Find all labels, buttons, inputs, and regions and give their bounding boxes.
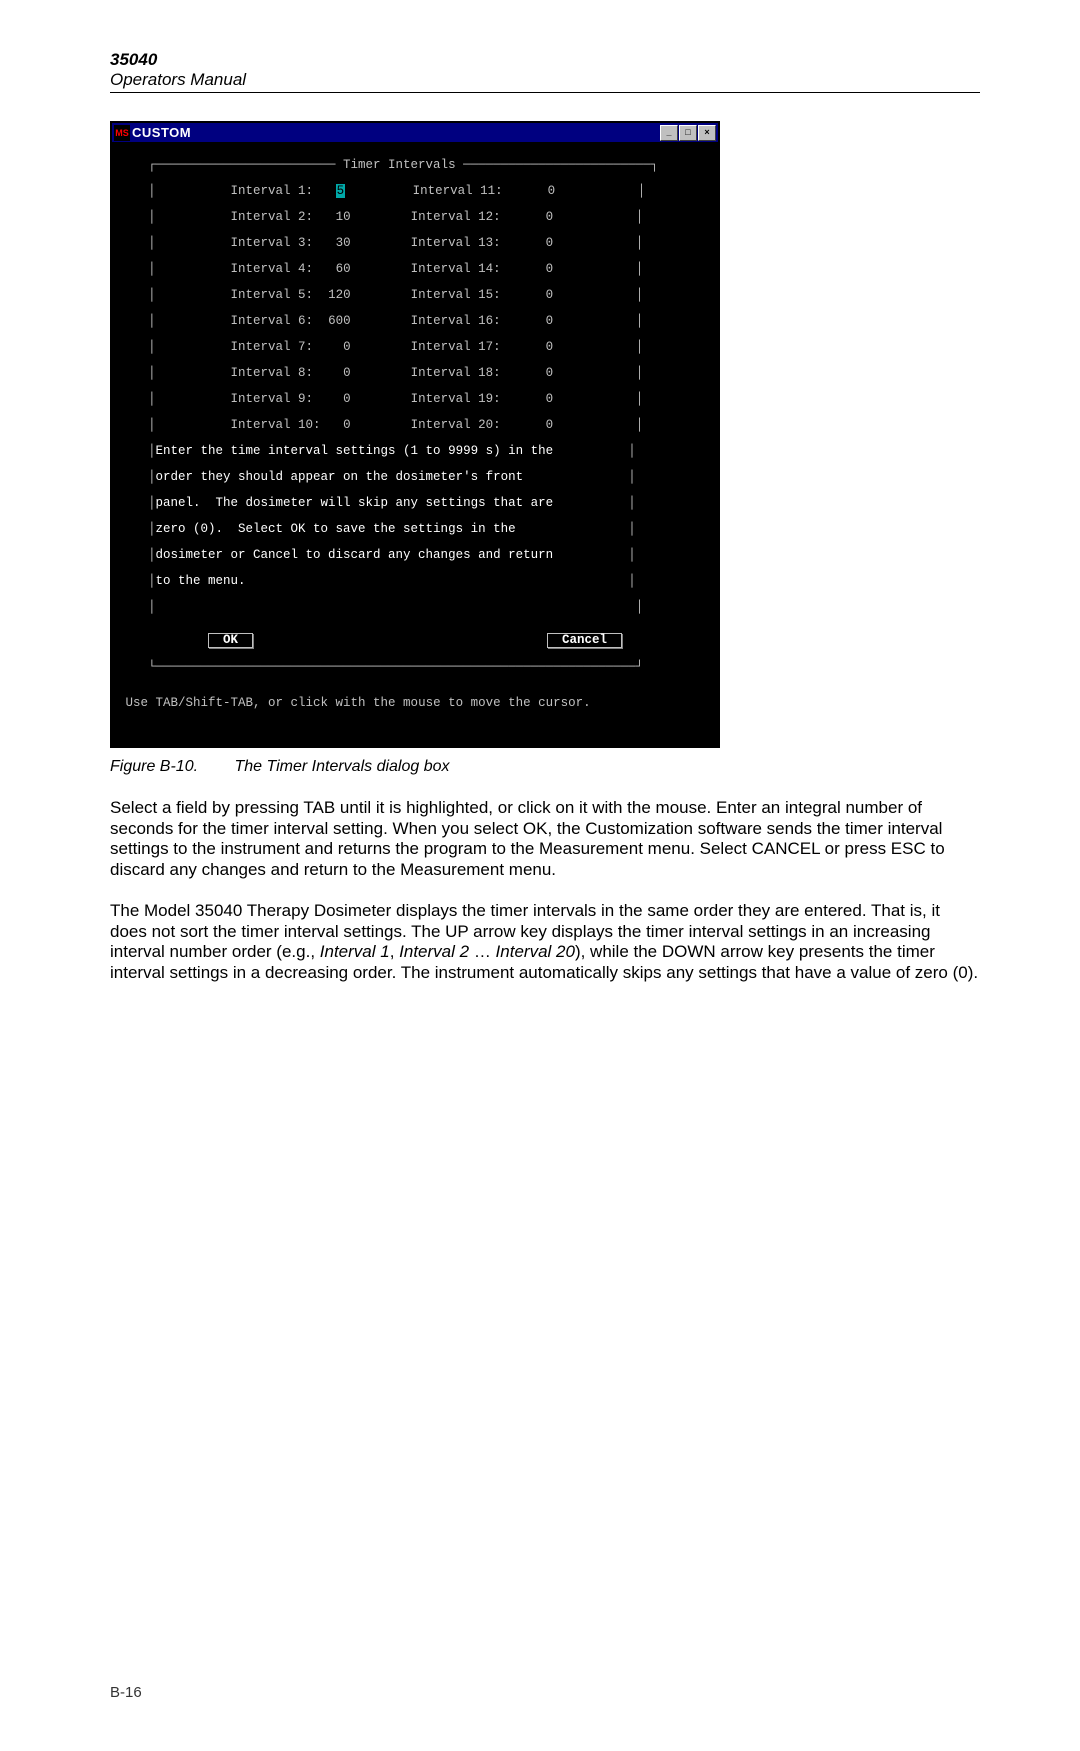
interval-7-field[interactable]: 0 (343, 340, 351, 354)
help-line-2: │order they should appear on the dosimet… (118, 471, 712, 484)
help-line-3: │panel. The dosimeter will skip any sett… (118, 497, 712, 510)
header-model: 35040 (110, 50, 980, 70)
interval-18-field[interactable]: 0 (546, 366, 554, 380)
page-header: 35040 Operators Manual (110, 50, 980, 93)
titlebar: MS CUSTOM _ □ × (112, 123, 718, 142)
interval-17-field[interactable]: 0 (546, 340, 554, 354)
figure-caption: Figure B-10. The Timer Intervals dialog … (110, 758, 980, 776)
help-line-6: │to the menu. │ (118, 575, 712, 588)
interval-row-1: │ Interval 1: 5 Interval 11: 0 │ (118, 185, 712, 198)
help-line-4: │zero (0). Select OK to save the setting… (118, 523, 712, 536)
help-line-5: │dosimeter or Cancel to discard any chan… (118, 549, 712, 562)
interval-11-field[interactable]: 0 (548, 184, 556, 198)
interval-row-7: │ Interval 7: 0 Interval 17: 0 │ (118, 341, 712, 354)
interval-3-field[interactable]: 30 (336, 236, 351, 250)
interval-20-field[interactable]: 0 (546, 418, 554, 432)
interval-row-6: │ Interval 6: 600 Interval 16: 0 │ (118, 315, 712, 328)
page-number: B-16 (110, 1684, 142, 1701)
help-line-1: │Enter the time interval settings (1 to … (118, 445, 712, 458)
interval-row-4: │ Interval 4: 60 Interval 14: 0 │ (118, 263, 712, 276)
system-menu-icon[interactable]: MS (114, 125, 130, 141)
interval-10-field[interactable]: 0 (343, 418, 351, 432)
interval-16-field[interactable]: 0 (546, 314, 554, 328)
status-line: Use TAB/Shift-TAB, or click with the mou… (118, 687, 712, 710)
interval-row-10: │ Interval 10: 0 Interval 20: 0 │ (118, 419, 712, 432)
interval-4-field[interactable]: 60 (336, 262, 351, 276)
figure-caption-text: The Timer Intervals dialog box (234, 758, 449, 775)
ok-button[interactable]: OK (208, 633, 253, 648)
figure-label: Figure B-10. (110, 758, 230, 776)
dos-screen: ┌──────────────────────── Timer Interval… (112, 142, 718, 746)
paragraph-1: Select a field by pressing TAB until it … (110, 798, 980, 881)
interval-1-field[interactable]: 5 (336, 184, 346, 198)
interval-row-3: │ Interval 3: 30 Interval 13: 0 │ (118, 237, 712, 250)
interval-row-9: │ Interval 9: 0 Interval 19: 0 │ (118, 393, 712, 406)
page-footer: B-16 (110, 1684, 980, 1701)
frame-title-line: ┌──────────────────────── Timer Interval… (118, 159, 712, 172)
interval-2-field[interactable]: 10 (336, 210, 351, 224)
interval-14-field[interactable]: 0 (546, 262, 554, 276)
interval-row-5: │ Interval 5: 120 Interval 15: 0 │ (118, 289, 712, 302)
interval-row-8: │ Interval 8: 0 Interval 18: 0 │ (118, 367, 712, 380)
interval-6-field[interactable]: 600 (328, 314, 351, 328)
interval-13-field[interactable]: 0 (546, 236, 554, 250)
dialog-title: Timer Intervals (343, 158, 456, 172)
app-window: MS CUSTOM _ □ × ┌───────────────────────… (110, 121, 720, 748)
interval-5-field[interactable]: 120 (328, 288, 351, 302)
paragraph-2: The Model 35040 Therapy Dosimeter displa… (110, 901, 980, 984)
header-subtitle: Operators Manual (110, 70, 980, 90)
interval-15-field[interactable]: 0 (546, 288, 554, 302)
close-button[interactable]: × (698, 125, 716, 141)
window-title: CUSTOM (132, 125, 191, 140)
figure: MS CUSTOM _ □ × ┌───────────────────────… (110, 121, 980, 748)
interval-19-field[interactable]: 0 (546, 392, 554, 406)
interval-8-field[interactable]: 0 (343, 366, 351, 380)
interval-9-field[interactable]: 0 (343, 392, 351, 406)
maximize-button[interactable]: □ (679, 125, 697, 141)
minimize-button[interactable]: _ (660, 125, 678, 141)
interval-12-field[interactable]: 0 (546, 210, 554, 224)
interval-row-2: │ Interval 2: 10 Interval 12: 0 │ (118, 211, 712, 224)
cancel-button[interactable]: Cancel (547, 633, 622, 648)
